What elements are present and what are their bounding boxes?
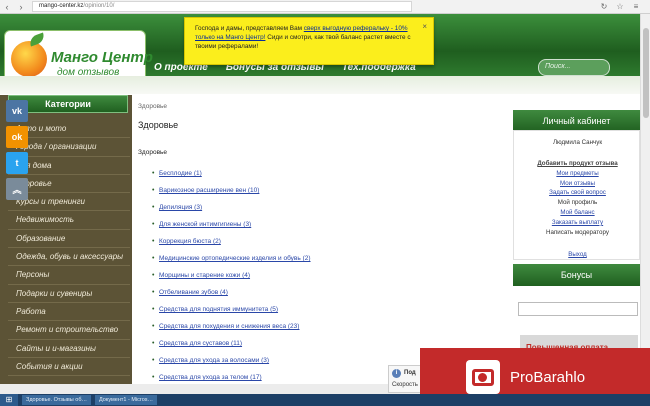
request-payout-link[interactable]: Заказать выплату xyxy=(514,218,641,228)
reload-icon[interactable]: ↻ xyxy=(598,1,610,12)
bullet-icon: • xyxy=(152,323,155,330)
url-path: /opinion/10/ xyxy=(83,3,115,9)
browser-toolbar: ‹ › mango-center.kz/opinion/10/ ↻ ☆ ≡ xyxy=(0,0,650,14)
my-reviews-link[interactable]: Мои отзывы xyxy=(514,179,641,189)
bullet-icon: • xyxy=(152,255,155,262)
main-content: Здоровье Здоровье Здоровье • Бесплодие (1… xyxy=(134,96,508,384)
bullet-icon: • xyxy=(152,204,155,211)
page-scrollbar[interactable] xyxy=(640,14,650,384)
bullet-icon: • xyxy=(152,221,155,228)
cabinet-panel: Людмила Санчук Добавить продукт отзыва М… xyxy=(513,130,640,260)
sidebar-item-realty[interactable]: Недвижимость xyxy=(8,211,130,230)
breadcrumb[interactable]: Здоровье xyxy=(138,103,167,110)
cabinet-heading: Личный кабинет xyxy=(513,110,640,132)
menu-icon[interactable]: ≡ xyxy=(630,1,642,12)
subcategory-link[interactable]: Бесплодие (1) xyxy=(159,170,202,177)
sidebar-item-persons[interactable]: Персоны xyxy=(8,266,130,285)
odnoklassniki-icon[interactable]: ok xyxy=(6,126,28,148)
cabinet-links: Добавить продукт отзыва Мои предметы Мои… xyxy=(514,159,641,237)
bullet-icon: • xyxy=(152,340,155,347)
sidebar-item-education[interactable]: Образование xyxy=(8,230,130,249)
subcategory-link[interactable]: Морщины и старение кожи (4) xyxy=(159,272,250,279)
bullet-icon: • xyxy=(152,306,155,313)
browser-icons: ↻ ☆ ≡ xyxy=(598,1,642,12)
my-profile-link[interactable]: Мой профиль xyxy=(514,198,641,208)
taskbar-item-word[interactable]: Документ1 - Micros… xyxy=(95,395,158,405)
list-item: • Бесплодие (1) xyxy=(152,168,482,185)
close-icon[interactable]: × xyxy=(422,22,427,31)
subcategory-link[interactable]: Для женской интимгигиены (3) xyxy=(159,221,251,228)
list-item: • Для женской интимгигиены (3) xyxy=(152,219,482,236)
subcategory-link[interactable]: Средства для поднятия иммунитета (5) xyxy=(159,306,278,313)
list-item: • Морщины и старение кожи (4) xyxy=(152,270,482,287)
bullet-icon: • xyxy=(152,187,155,194)
social-share-bar: vk ok t ︽ xyxy=(6,100,28,204)
subcategory-link[interactable]: Отбеливание зубов (4) xyxy=(159,289,228,296)
list-item: • Варикозное расширение вен (10) xyxy=(152,185,482,202)
user-name: Людмила Санчук xyxy=(552,139,603,146)
header-band xyxy=(0,76,640,94)
probarahlo-brand: ProBarahlo xyxy=(510,368,586,386)
bullet-icon: • xyxy=(152,272,155,279)
address-bar[interactable]: mango-center.kz/opinion/10/ xyxy=(32,1,412,12)
start-button[interactable]: ⊞ xyxy=(0,394,18,406)
forward-button[interactable]: › xyxy=(14,0,28,13)
bookmark-star-icon[interactable]: ☆ xyxy=(614,1,626,12)
list-item: • Депиляция (3) xyxy=(152,202,482,219)
bullet-icon: • xyxy=(152,289,155,296)
add-product-link[interactable]: Добавить продукт отзыва xyxy=(514,159,641,169)
referral-notice: Господа и дамы, представляем Вам сверх в… xyxy=(184,17,434,65)
section-title: Здоровье xyxy=(138,149,168,156)
bullet-icon: • xyxy=(152,374,155,381)
logout-link[interactable]: Выход xyxy=(514,251,641,258)
notice-text-before: Господа и дамы, представляем Вам xyxy=(195,25,304,32)
subcategory-link[interactable]: Депиляция (3) xyxy=(159,204,202,211)
os-taskbar: ⊞ Здоровье. Отзывы об… Документ1 - Micro… xyxy=(0,394,650,406)
ask-question-link[interactable]: Задать свой вопрос xyxy=(514,188,641,198)
list-item: • Средства для поднятия иммунитета (5) xyxy=(152,304,482,321)
twitter-icon[interactable]: t xyxy=(6,152,28,174)
page-title: Здоровье xyxy=(138,120,179,130)
sidebar-item-gifts[interactable]: Подарки и сувениры xyxy=(8,285,130,303)
subcategory-link[interactable]: Коррекция бюста (2) xyxy=(159,238,221,245)
bullet-icon: • xyxy=(152,170,155,177)
share-icon[interactable]: ︽ xyxy=(6,178,28,200)
bullet-icon: • xyxy=(152,238,155,245)
info-icon: i xyxy=(392,369,401,378)
subcategory-link[interactable]: Медицинские ортопедические изделия и обу… xyxy=(159,255,311,262)
subcategory-link[interactable]: Средства для похудения и снижения веса (… xyxy=(159,323,299,330)
scroll-thumb[interactable] xyxy=(643,28,649,118)
list-item: • Отбеливание зубов (4) xyxy=(152,287,482,304)
subcategory-link[interactable]: Варикозное расширение вен (10) xyxy=(159,187,259,194)
subcategory-link[interactable]: Средства для суставов (11) xyxy=(159,340,242,347)
list-item: • Средства для похудения и снижения веса … xyxy=(152,321,482,338)
my-items-link[interactable]: Мои предметы xyxy=(514,169,641,179)
search-input[interactable]: Поиск... xyxy=(538,59,610,76)
bonus-input[interactable] xyxy=(518,302,638,316)
info-text: Скорость xyxy=(392,382,418,388)
back-button[interactable]: ‹ xyxy=(0,0,14,13)
list-item: • Коррекция бюста (2) xyxy=(152,236,482,253)
subcategory-link[interactable]: Средства для ухода за волосами (3) xyxy=(159,357,269,364)
sidebar-item-websites[interactable]: Сайты и и-магазины xyxy=(8,340,130,358)
sidebar-item-repair[interactable]: Ремонт и строительство xyxy=(8,321,130,340)
my-balance-link[interactable]: Мой баланс xyxy=(514,208,641,218)
bullet-icon: • xyxy=(152,357,155,364)
probarahlo-logo-icon xyxy=(466,360,500,394)
vk-icon[interactable]: vk xyxy=(6,100,28,122)
bonus-heading: Бонусы xyxy=(513,264,640,286)
subcategory-link[interactable]: Средства для ухода за телом (17) xyxy=(159,374,262,381)
sidebar-item-events[interactable]: События и акции xyxy=(8,358,130,377)
sidebar-item-clothing[interactable]: Одежда, обувь и аксессуары xyxy=(8,248,130,267)
info-title: Под xyxy=(404,370,416,376)
mango-logo-icon xyxy=(11,41,47,77)
sidebar-item-work[interactable]: Работа xyxy=(8,303,130,322)
logo-title: Манго Центр xyxy=(51,49,153,66)
info-popup[interactable]: i Под Скорость xyxy=(388,365,424,393)
url-host: mango-center.kz xyxy=(39,3,84,9)
taskbar-item-browser[interactable]: Здоровье. Отзывы об… xyxy=(22,395,91,405)
write-moderator-link[interactable]: Написать модератору xyxy=(514,228,641,238)
list-item: • Медицинские ортопедические изделия и об… xyxy=(152,253,482,270)
